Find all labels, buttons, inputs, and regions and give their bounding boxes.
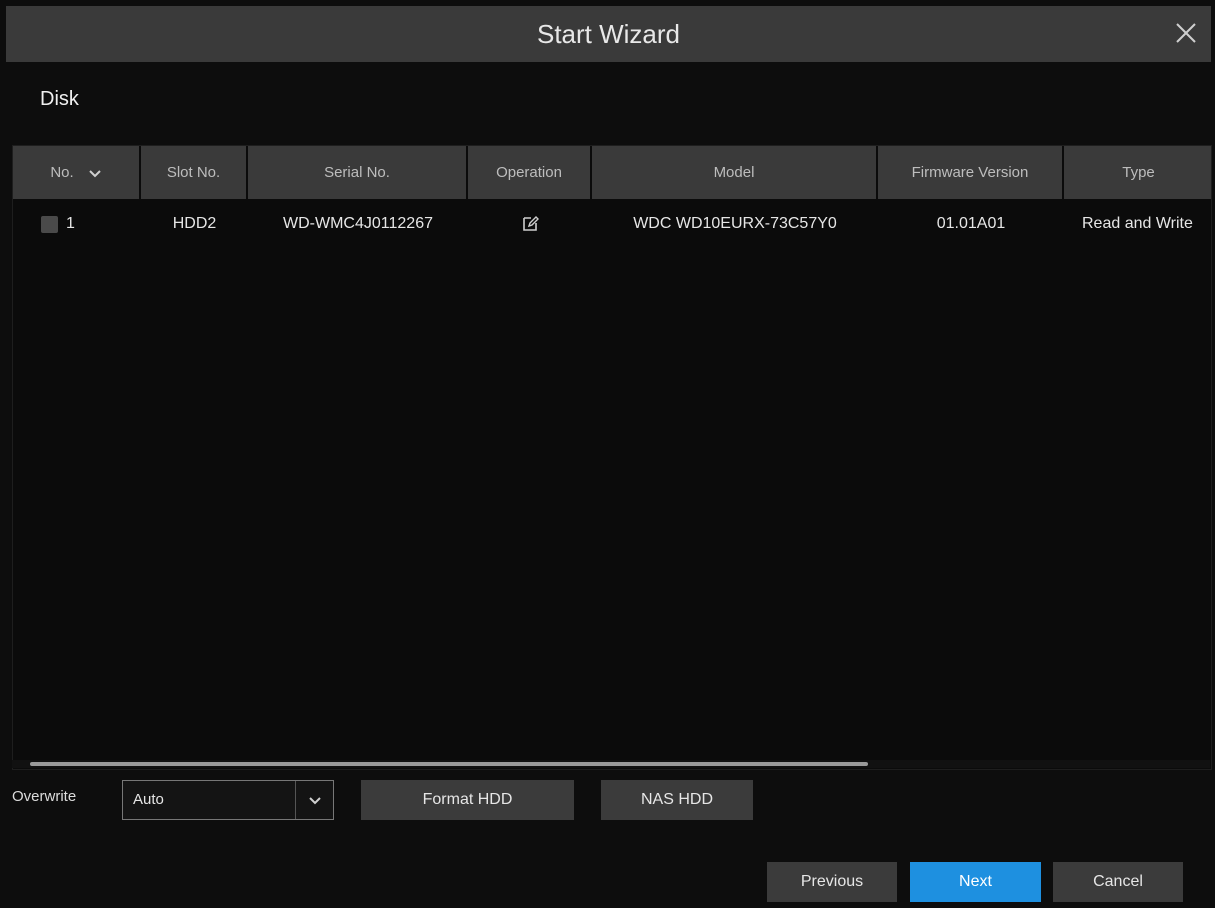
format-hdd-button[interactable]: Format HDD [361,780,574,820]
row-checkbox[interactable] [41,215,58,233]
row-model: WDC WD10EURX-73C57Y0 [633,215,837,232]
row-type: Read and Write [1082,215,1193,232]
overwrite-select-value: Auto [123,781,295,819]
chevron-down-icon [88,169,101,177]
table-header: No. Slot No. Serial No. Operation Model … [13,146,1211,199]
row-slot: HDD2 [172,215,217,232]
nas-hdd-button[interactable]: NAS HDD [601,780,753,820]
row-serial: WD-WMC4J0112267 [283,215,433,232]
start-wizard-window: Start Wizard Disk No. Slot No. Serial No… [0,0,1215,908]
chevron-down-icon [308,797,321,805]
title-bar: Start Wizard [6,6,1211,62]
close-button[interactable] [1171,18,1201,48]
row-no: 1 [66,215,75,232]
close-icon [1176,23,1196,43]
column-header-label: No. [50,164,74,181]
column-header-serial[interactable]: Serial No. [248,146,468,199]
section-title-disk: Disk [40,88,79,110]
overwrite-select-arrow[interactable] [295,781,333,819]
overwrite-label: Overwrite [12,788,77,805]
next-button[interactable]: Next [910,862,1041,902]
column-header-no[interactable]: No. [13,146,141,199]
column-header-operation[interactable]: Operation [468,146,592,199]
previous-button[interactable]: Previous [767,862,897,902]
scrollbar-thumb[interactable] [30,762,868,766]
column-header-model[interactable]: Model [592,146,878,199]
disk-table: No. Slot No. Serial No. Operation Model … [12,145,1212,770]
cancel-button[interactable]: Cancel [1053,862,1183,902]
row-no-cell: 1 [41,199,101,249]
column-header-firmware[interactable]: Firmware Version [878,146,1064,199]
edit-icon[interactable] [521,215,539,233]
window-title: Start Wizard [536,19,681,49]
column-header-type[interactable]: Type [1064,146,1211,199]
horizontal-scrollbar[interactable] [12,760,1210,768]
row-firmware: 01.01A01 [936,215,1006,232]
table-row[interactable]: 1 HDD2 WD-WMC4J0112267 WDC WD10EURX-73C5… [13,199,1211,249]
column-header-slot[interactable]: Slot No. [141,146,248,199]
overwrite-select[interactable]: Auto [122,780,334,820]
row-operation [468,199,592,249]
